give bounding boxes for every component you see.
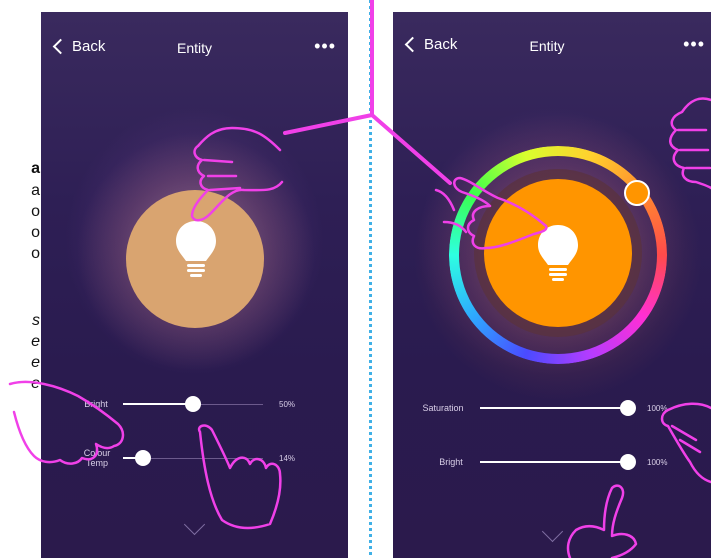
- slider-value: 14%: [279, 454, 296, 463]
- lightbulb-icon: [176, 221, 216, 277]
- chevron-down-icon[interactable]: [541, 520, 564, 543]
- top-bar: Back Entity •••: [393, 12, 711, 62]
- slider-thumb[interactable]: [134, 450, 151, 466]
- color-picker-handle[interactable]: [624, 180, 650, 206]
- top-bar: Back Entity •••: [41, 12, 348, 62]
- slider-fill: [123, 403, 193, 405]
- slider-value: 100%: [647, 404, 668, 413]
- slider-thumb[interactable]: [185, 396, 201, 412]
- slider-value: 100%: [647, 458, 668, 467]
- chevron-down-icon[interactable]: [183, 513, 206, 536]
- colour-temp-slider[interactable]: Colour Temp 14%: [41, 448, 348, 468]
- side-text-line: o: [31, 203, 40, 220]
- side-text-line: s: [32, 312, 40, 329]
- side-text-line: a: [31, 182, 40, 199]
- more-options-icon[interactable]: •••: [314, 36, 336, 57]
- side-text-line: a: [31, 160, 40, 177]
- slider-fill: [480, 461, 628, 463]
- brightness-slider[interactable]: Bright 50%: [41, 394, 348, 414]
- slider-label: Bright: [439, 457, 463, 467]
- brightness-slider[interactable]: Bright 100%: [393, 452, 711, 472]
- side-text-line: o: [31, 224, 40, 241]
- phone-screen-right: Back Entity ••• Saturation 100% Bright 1…: [393, 12, 711, 558]
- slider-value: 50%: [279, 400, 296, 409]
- lightbulb-icon: [538, 225, 578, 281]
- page-title: Entity: [529, 38, 565, 54]
- side-text-line: e: [31, 354, 40, 371]
- side-text-line: e: [31, 333, 40, 350]
- side-text-line: e: [31, 375, 40, 392]
- divider-dotted-line: [369, 0, 372, 558]
- slider-fill: [480, 407, 628, 409]
- phone-screen-left: Back Entity ••• Bright 50% Colour Temp 1…: [41, 12, 348, 558]
- saturation-slider[interactable]: Saturation 100%: [393, 398, 711, 418]
- slider-thumb[interactable]: [620, 400, 636, 416]
- side-text-line: o: [31, 245, 40, 262]
- slider-thumb[interactable]: [620, 454, 636, 470]
- more-options-icon[interactable]: •••: [683, 34, 705, 55]
- slider-label: Saturation: [422, 403, 464, 413]
- slider-label: Bright: [84, 399, 108, 409]
- slider-label: Colour Temp: [83, 448, 111, 468]
- page-title: Entity: [176, 40, 212, 56]
